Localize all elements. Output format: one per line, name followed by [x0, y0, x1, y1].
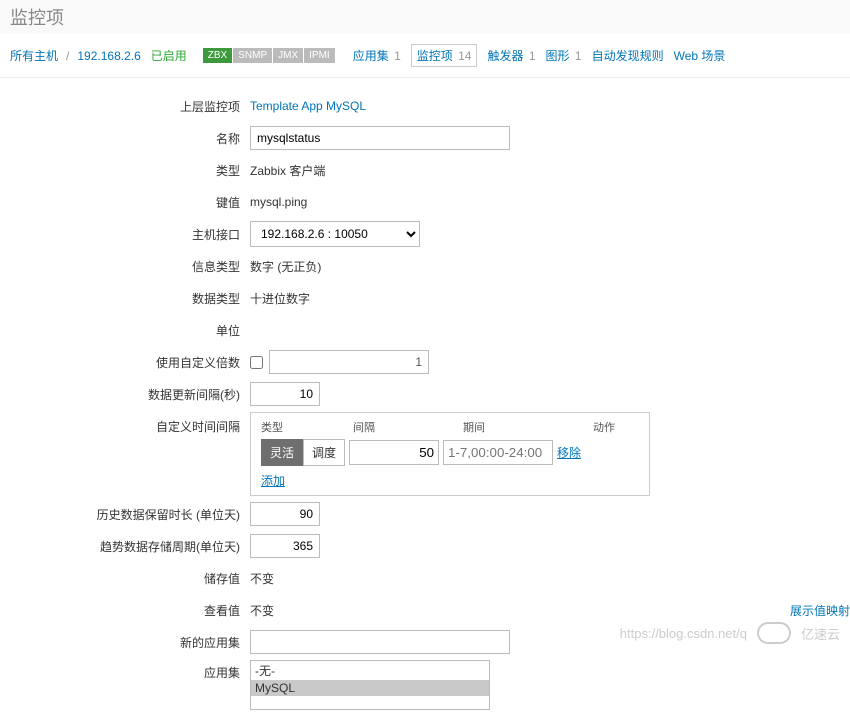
units-label: 单位 [0, 322, 250, 339]
infotype-value: 数字 (无正负) [250, 254, 321, 279]
page-title: 监控项 [0, 0, 850, 34]
seg-scheduling[interactable]: 调度 [303, 439, 345, 466]
interval-type-segment: 灵活 调度 [261, 439, 345, 466]
interval-period-input[interactable] [443, 440, 553, 465]
add-interval-link[interactable]: 添加 [261, 474, 285, 488]
tab-graphs[interactable]: 图形 1 [546, 47, 582, 64]
ipmi-badge: IPMI [304, 48, 335, 63]
value-mapping-link[interactable]: 展示值映射 [790, 602, 850, 619]
datatype-label: 数据类型 [0, 290, 250, 307]
trends-input[interactable] [250, 534, 320, 558]
multiplier-label: 使用自定义倍数 [0, 354, 250, 371]
key-label: 键值 [0, 194, 250, 211]
remove-interval-link[interactable]: 移除 [557, 444, 581, 461]
showvalue-label: 查看值 [0, 602, 250, 619]
jmx-badge: JMX [273, 48, 303, 63]
trends-label: 趋势数据存储周期(单位天) [0, 538, 250, 555]
history-input[interactable] [250, 502, 320, 526]
custom-interval-box: 类型 间隔 期间 动作 灵活 调度 移除 添加 [250, 412, 650, 496]
tab-apps[interactable]: 应用集 1 [353, 47, 401, 64]
interface-select[interactable]: 192.168.2.6 : 10050 [250, 221, 420, 247]
tab-discovery[interactable]: 自动发现规则 [592, 47, 664, 64]
store-value: 不变 [250, 566, 274, 591]
col-action: 动作 [593, 419, 615, 435]
tab-items[interactable]: 监控项 14 [411, 44, 478, 67]
host-ip-link[interactable]: 192.168.2.6 [77, 49, 140, 63]
datatype-value: 十进位数字 [250, 286, 310, 311]
col-period: 期间 [463, 419, 593, 435]
app-option-mysql[interactable]: MySQL [251, 680, 489, 696]
type-value: Zabbix 客户端 [250, 158, 325, 183]
store-label: 储存值 [0, 570, 250, 587]
showvalue-value: 不变 [250, 598, 274, 623]
multiplier-checkbox[interactable] [250, 356, 263, 369]
seg-flexible[interactable]: 灵活 [261, 439, 303, 466]
watermark-url: https://blog.csdn.net/q [620, 626, 747, 641]
col-type: 类型 [261, 419, 353, 435]
tab-triggers[interactable]: 触发器 1 [487, 47, 535, 64]
tab-web[interactable]: Web 场景 [674, 47, 726, 64]
protocol-badges: ZBX SNMP JMX IPMI [203, 48, 335, 63]
parent-label: 上层监控项 [0, 98, 250, 115]
parent-template-link[interactable]: Template App MySQL [250, 99, 366, 113]
watermark-brand: 亿速云 [801, 624, 840, 643]
interval-input[interactable] [250, 382, 320, 406]
cloud-icon [757, 622, 791, 644]
status-enabled: 已启用 [151, 47, 187, 64]
zbx-badge: ZBX [203, 48, 232, 63]
watermark: https://blog.csdn.net/q 亿速云 [620, 622, 840, 644]
history-label: 历史数据保留时长 (单位天) [0, 506, 250, 523]
infotype-label: 信息类型 [0, 258, 250, 275]
interval-label: 数据更新间隔(秒) [0, 386, 250, 403]
multiplier-input [269, 350, 429, 374]
type-label: 类型 [0, 162, 250, 179]
col-interval: 间隔 [353, 419, 463, 435]
apps-label: 应用集 [0, 660, 250, 681]
name-input[interactable] [250, 126, 510, 150]
key-value: mysql.ping [250, 191, 307, 213]
name-label: 名称 [0, 130, 250, 147]
newapp-input[interactable] [250, 630, 510, 654]
interval-value-input[interactable] [349, 440, 439, 465]
apps-listbox[interactable]: -无- MySQL [250, 660, 490, 710]
interface-label: 主机接口 [0, 226, 250, 243]
custom-interval-label: 自定义时间间隔 [0, 412, 250, 435]
breadcrumb: 所有主机 / 192.168.2.6 已启用 ZBX SNMP JMX IPMI… [0, 34, 850, 78]
all-hosts-link[interactable]: 所有主机 [10, 47, 58, 64]
nav-tabs: 应用集 1 监控项 14 触发器 1 图形 1 自动发现规则 Web 场景 [353, 44, 726, 67]
snmp-badge: SNMP [233, 48, 272, 63]
breadcrumb-sep: / [66, 49, 69, 63]
app-option-none[interactable]: -无- [251, 661, 489, 680]
newapp-label: 新的应用集 [0, 634, 250, 651]
